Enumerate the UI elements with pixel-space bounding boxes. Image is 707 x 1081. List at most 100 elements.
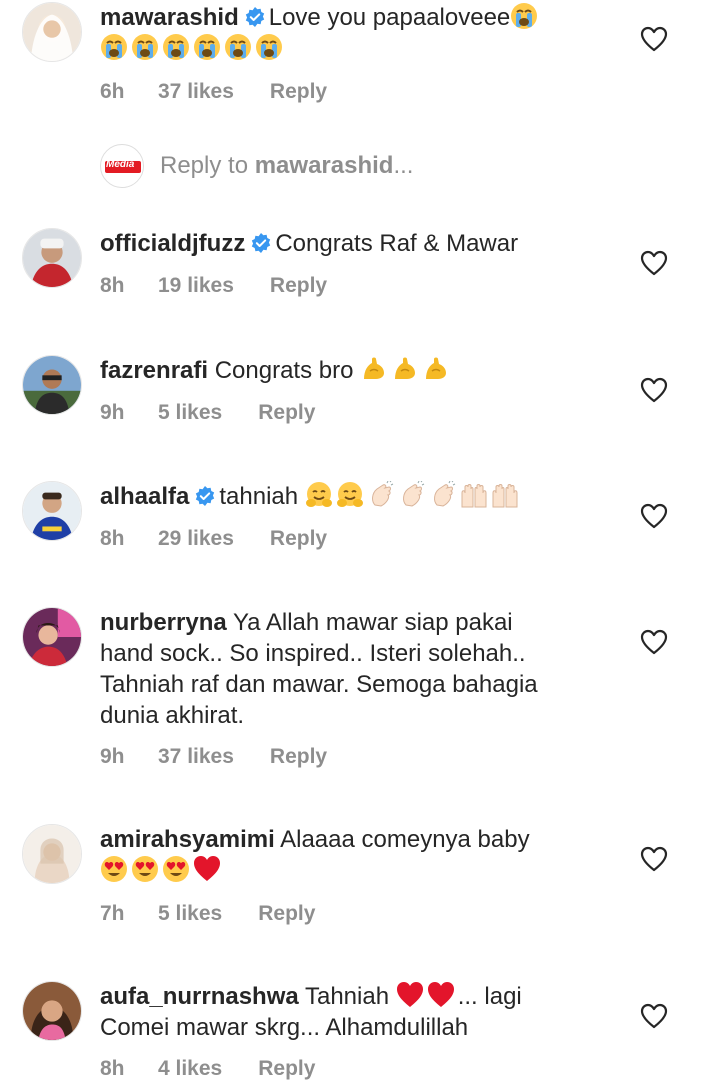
comment-body: dunia akhirat.: [100, 702, 245, 729]
comment-text: nurberryna Ya Allah mawar siap pakai han…: [100, 607, 620, 731]
comment-text: officialdjfuzz Congrats Raf & Mawar: [100, 228, 620, 259]
comment-time: 9h: [100, 401, 125, 424]
comment-likes[interactable]: 29 likes: [158, 527, 234, 551]
heart-eyes-emoji-icon: [162, 855, 190, 883]
reply-button[interactable]: Reply: [270, 745, 327, 769]
avatar[interactable]: [22, 228, 82, 288]
reply-prefix: Reply to: [160, 152, 255, 179]
comment-body: Love you papaaloveee: [268, 4, 511, 31]
heart-eyes-emoji-icon: [131, 855, 159, 883]
comment-text: alhaalfa tahniah: [100, 481, 620, 512]
avatar[interactable]: [22, 355, 82, 415]
media-logo-text: Media: [106, 159, 135, 170]
like-heart-icon[interactable]: [640, 846, 668, 872]
like-heart-icon[interactable]: [640, 377, 668, 403]
comment-likes[interactable]: 19 likes: [158, 274, 234, 298]
reply-button[interactable]: Reply: [258, 902, 315, 926]
raised-hands-emoji-icon: [460, 481, 488, 509]
comment-text: mawarashid Love you papaaloveee: [100, 2, 620, 64]
verified-badge-icon: [195, 486, 215, 506]
comment-meta: 7h 5 likes Reply: [100, 902, 315, 926]
comment-time: 8h: [100, 274, 125, 297]
avatar[interactable]: [22, 481, 82, 541]
red-heart-emoji-icon: [193, 855, 221, 883]
like-heart-icon[interactable]: [640, 503, 668, 529]
comment-username[interactable]: mawarashid: [100, 4, 239, 31]
red-heart-emoji-icon: [427, 981, 455, 1009]
like-heart-icon[interactable]: [640, 629, 668, 655]
loudly-crying-face-emoji-icon: [224, 33, 252, 61]
clapping-hands-emoji-icon: [398, 481, 426, 509]
red-heart-emoji-icon: [396, 981, 424, 1009]
comment-meta: 8h 4 likes Reply: [100, 1057, 315, 1081]
avatar[interactable]: [22, 607, 82, 667]
comment-time: 8h: [100, 527, 125, 550]
heart-eyes-emoji-icon: [100, 855, 128, 883]
comment-body: Ya Allah mawar siap pakai: [232, 609, 513, 636]
comment-body: Tahniah raf dan mawar. Semoga bahagia: [100, 671, 538, 698]
comment-body: Tahniah: [304, 983, 390, 1010]
avatar[interactable]: [22, 824, 82, 884]
comment-likes[interactable]: 5 likes: [158, 401, 222, 425]
reply-username: mawarashid: [254, 152, 394, 179]
avatar[interactable]: [22, 2, 82, 62]
reply-button[interactable]: Reply: [270, 80, 327, 104]
flexed-biceps-emoji-icon: [422, 355, 450, 383]
flexed-biceps-emoji-icon: [391, 355, 419, 383]
comment-username[interactable]: fazrenrafi: [100, 357, 208, 384]
verified-badge-icon: [245, 7, 265, 27]
clapping-hands-emoji-icon: [429, 481, 457, 509]
comment-meta: 8h 29 likes Reply: [100, 527, 327, 551]
comment-meta: 9h 37 likes Reply: [100, 745, 327, 769]
loudly-crying-face-emoji-icon: [255, 33, 283, 61]
reply-button[interactable]: Reply: [258, 401, 315, 425]
like-heart-icon[interactable]: [640, 1003, 668, 1029]
flexed-biceps-emoji-icon: [360, 355, 388, 383]
comment-likes[interactable]: 37 likes: [158, 80, 234, 104]
comment-body: tahniah: [219, 483, 299, 510]
comment-body: Comei mawar skrg... Alhamdulillah: [100, 1014, 469, 1041]
loudly-crying-face-emoji-icon: [193, 33, 221, 61]
loudly-crying-face-emoji-icon: [100, 33, 128, 61]
comment-text: aufa_nurrnashwa Tahniah ... lagi Comei m…: [100, 981, 620, 1043]
loudly-crying-face-emoji-icon: [162, 33, 190, 61]
comment-body: ... lagi: [457, 983, 522, 1010]
comment-body: Congrats bro: [214, 357, 354, 384]
comment-text: amirahsyamimi Alaaaa comeynya baby: [100, 824, 620, 886]
like-heart-icon[interactable]: [640, 250, 668, 276]
reply-button[interactable]: Reply: [270, 274, 327, 298]
comment-time: 6h: [100, 80, 125, 103]
avatar[interactable]: [22, 981, 82, 1041]
hugging-face-emoji-icon: [305, 481, 333, 509]
loudly-crying-face-emoji-icon: [131, 33, 159, 61]
comment-meta: 6h 37 likes Reply: [100, 80, 327, 104]
comment-likes[interactable]: 4 likes: [158, 1057, 222, 1081]
comment-body: Congrats Raf & Mawar: [275, 230, 519, 257]
comment-text: fazrenrafi Congrats bro: [100, 355, 620, 386]
comment-body: Alaaaa comeynya baby: [280, 826, 530, 853]
clapping-hands-emoji-icon: [367, 481, 395, 509]
verified-badge-icon: [251, 233, 271, 253]
comment-body: hand sock.. So inspired.. Isteri solehah…: [100, 640, 526, 667]
comment-username[interactable]: amirahsyamimi: [100, 826, 275, 853]
comment-time: 7h: [100, 902, 125, 925]
comment-meta: 8h 19 likes Reply: [100, 274, 327, 298]
raised-hands-emoji-icon: [491, 481, 519, 509]
comment-username[interactable]: nurberryna: [100, 609, 227, 636]
reply-input[interactable]: Reply to mawarashid...: [160, 152, 413, 180]
reply-composer[interactable]: Media Reply to mawarashid...: [0, 144, 707, 190]
comment-username[interactable]: aufa_nurrnashwa: [100, 983, 299, 1010]
loudly-crying-face-emoji-icon: [510, 2, 538, 30]
like-heart-icon[interactable]: [640, 26, 668, 52]
comment-meta: 9h 5 likes Reply: [100, 401, 315, 425]
comment-likes[interactable]: 37 likes: [158, 745, 234, 769]
reply-suffix: ...: [393, 152, 414, 179]
reply-button[interactable]: Reply: [270, 527, 327, 551]
comment-time: 9h: [100, 745, 125, 768]
comment-username[interactable]: officialdjfuzz: [100, 230, 245, 257]
comment-time: 8h: [100, 1057, 125, 1080]
hugging-face-emoji-icon: [336, 481, 364, 509]
comment-likes[interactable]: 5 likes: [158, 902, 222, 926]
comment-username[interactable]: alhaalfa: [100, 483, 189, 510]
reply-button[interactable]: Reply: [258, 1057, 315, 1081]
